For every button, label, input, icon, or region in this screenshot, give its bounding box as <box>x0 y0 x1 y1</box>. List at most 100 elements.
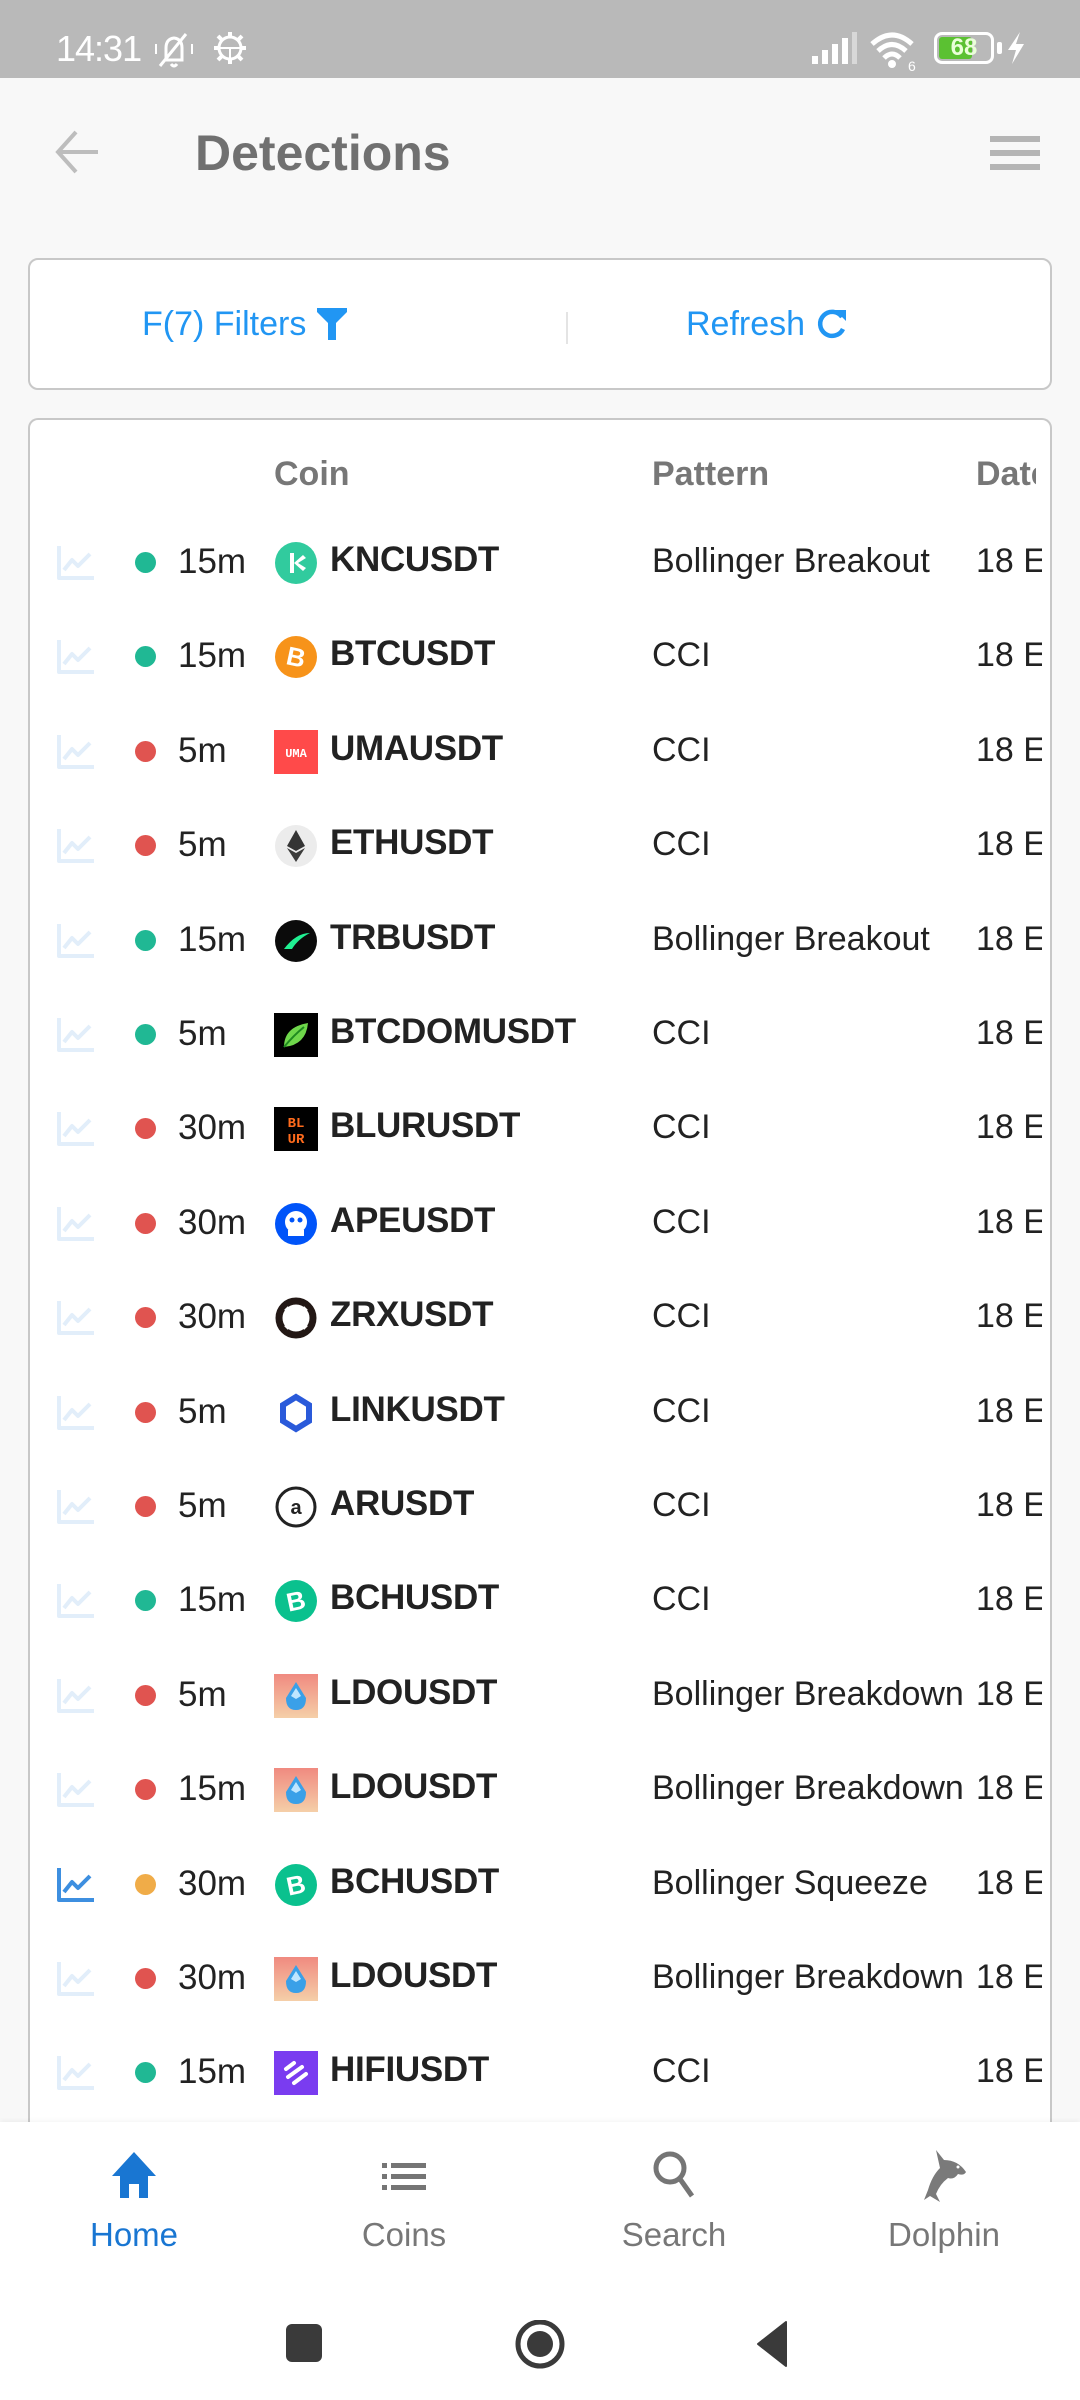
status-dot-green <box>135 2062 156 2084</box>
coin-name[interactable]: APEUSDT <box>330 1201 495 1241</box>
pattern: Bollinger Breakdown <box>652 1674 964 1713</box>
table-row[interactable]: 5m LINKUSDT CCI 18 E <box>30 1366 1050 1460</box>
coin-name[interactable]: LINKUSDT <box>330 1390 505 1430</box>
table-row[interactable]: 30m APEUSDT CCI 18 E <box>30 1177 1050 1271</box>
funnel-icon <box>317 308 348 340</box>
nav-coins[interactable]: Coins <box>304 2146 504 2276</box>
column-header-pattern[interactable]: Pattern <box>652 455 769 494</box>
chart-icon[interactable] <box>56 544 96 582</box>
table-row[interactable]: 30m B BCHUSDT Bollinger Squeeze 18 E <box>30 1838 1050 1932</box>
timeframe: 15m <box>178 636 247 676</box>
coin-name[interactable]: ETHUSDT <box>330 823 493 863</box>
column-header-date[interactable]: Date <box>976 455 1036 494</box>
app-bar: Detections <box>0 78 1080 238</box>
chart-icon[interactable] <box>56 1771 96 1809</box>
date: 18 E <box>976 1108 1042 1147</box>
chart-icon[interactable] <box>56 2054 96 2092</box>
table-row[interactable]: 15m TRBUSDT Bollinger Breakout 18 E <box>30 894 1050 988</box>
refresh-label: Refresh <box>686 304 806 343</box>
home-button[interactable] <box>512 2320 568 2376</box>
table-row[interactable]: 5m ETHUSDT CCI 18 E <box>30 799 1050 893</box>
menu-button[interactable] <box>980 126 1040 176</box>
nav-search-label: Search <box>621 2216 727 2253</box>
coin-name[interactable]: BLURUSDT <box>330 1106 520 1146</box>
table-row[interactable]: 15m LDOUSDT Bollinger Breakdown 18 E <box>30 1743 1050 1837</box>
timeframe: 30m <box>178 1297 247 1337</box>
action-divider <box>566 312 568 344</box>
coin-name[interactable]: ZRXUSDT <box>330 1295 493 1335</box>
timeframe: 5m <box>178 1674 227 1714</box>
chart-icon[interactable] <box>56 1016 96 1054</box>
coin-name[interactable]: TRBUSDT <box>330 918 495 958</box>
chart-icon[interactable] <box>56 638 96 676</box>
chart-icon[interactable] <box>56 733 96 771</box>
refresh-icon <box>818 309 847 339</box>
chart-icon[interactable] <box>56 1866 96 1904</box>
table-row[interactable]: 5m a ARUSDT CCI 18 E <box>30 1460 1050 1554</box>
chart-icon[interactable] <box>56 1394 96 1432</box>
pattern: Bollinger Breakout <box>652 919 930 958</box>
svg-text:6: 6 <box>908 58 916 72</box>
table-row[interactable]: 5m UMA UMAUSDT CCI 18 E <box>30 705 1050 799</box>
table-row[interactable]: 15m B BTCUSDT CCI 18 E <box>30 610 1050 704</box>
ape-logo-icon <box>274 1202 318 1246</box>
timeframe: 5m <box>178 1014 227 1053</box>
table-row[interactable]: 30m ZRXUSDT CCI 18 E <box>30 1271 1050 1365</box>
nav-coins-label: Coins <box>361 2216 447 2253</box>
chart-icon[interactable] <box>56 1960 96 1998</box>
ldo-logo-icon <box>274 1957 318 2001</box>
chart-icon[interactable] <box>56 1677 96 1715</box>
column-header-coin[interactable]: Coin <box>274 455 350 494</box>
chart-icon[interactable] <box>56 1582 96 1620</box>
timeframe: 5m <box>178 825 227 865</box>
recents-button[interactable] <box>284 2320 324 2364</box>
chart-icon[interactable] <box>56 1110 96 1148</box>
date: 18 E <box>976 1391 1042 1430</box>
coin-name[interactable]: ARUSDT <box>330 1484 474 1524</box>
back-button[interactable] <box>44 120 108 184</box>
svg-text:a: a <box>290 1497 302 1519</box>
date: 18 E <box>976 1486 1042 1524</box>
coin-name[interactable]: HIFIUSDT <box>330 2050 489 2090</box>
coin-name[interactable]: BTCDOMUSDT <box>330 1012 576 1052</box>
zrx-logo-icon <box>274 1296 318 1340</box>
coin-name[interactable]: LDOUSDT <box>330 1956 497 1996</box>
pattern: Bollinger Breakout <box>652 542 930 580</box>
nav-dolphin[interactable]: Dolphin <box>844 2146 1044 2276</box>
pattern: CCI <box>652 1297 711 1336</box>
coin-name[interactable]: KNCUSDT <box>330 540 499 580</box>
coin-name[interactable]: BCHUSDT <box>330 1862 499 1902</box>
coin-name[interactable]: BTCUSDT <box>330 634 495 674</box>
chart-icon[interactable] <box>56 827 96 865</box>
coin-name[interactable]: BCHUSDT <box>330 1578 499 1618</box>
status-dot-red <box>135 740 156 762</box>
date: 18 E <box>976 1297 1042 1336</box>
coin-name[interactable]: LDOUSDT <box>330 1767 497 1807</box>
timeframe: 15m <box>178 542 247 581</box>
status-dot-green <box>135 552 156 573</box>
wifi-icon: 6 <box>870 32 916 72</box>
table-row[interactable]: 15m B BCHUSDT CCI 18 E <box>30 1554 1050 1648</box>
back-button-system[interactable] <box>752 2320 792 2368</box>
pattern: CCI <box>652 730 711 769</box>
table-row[interactable]: 30m LDOUSDT Bollinger Breakdown 18 E <box>30 1932 1050 2026</box>
date: 18 E <box>976 730 1042 769</box>
date: 18 E <box>976 2052 1042 2091</box>
nav-search[interactable]: Search <box>574 2146 774 2276</box>
refresh-button[interactable]: Refresh <box>686 260 849 388</box>
pattern: CCI <box>652 1580 711 1619</box>
table-row[interactable]: 15m KNCUSDT Bollinger Breakout 18 E <box>30 516 1050 610</box>
charging-bolt-icon <box>1008 32 1024 64</box>
table-row[interactable]: 5m LDOUSDT Bollinger Breakdown 18 E <box>30 1649 1050 1743</box>
chart-icon[interactable] <box>56 1299 96 1337</box>
table-row[interactable]: 30m BL UR BLURUSDT CCI 18 E <box>30 1082 1050 1176</box>
nav-home[interactable]: Home <box>34 2146 234 2276</box>
filters-button[interactable]: F(7) Filters <box>142 260 348 388</box>
table-row[interactable]: 5m BTCDOMUSDT CCI 18 E <box>30 988 1050 1082</box>
chart-icon[interactable] <box>56 1488 96 1526</box>
coin-name[interactable]: UMAUSDT <box>330 729 503 769</box>
chart-icon[interactable] <box>56 922 96 960</box>
coin-name[interactable]: LDOUSDT <box>330 1673 497 1713</box>
table-row[interactable]: 15m HIFIUSDT CCI 18 E <box>30 2026 1050 2120</box>
chart-icon[interactable] <box>56 1205 96 1243</box>
